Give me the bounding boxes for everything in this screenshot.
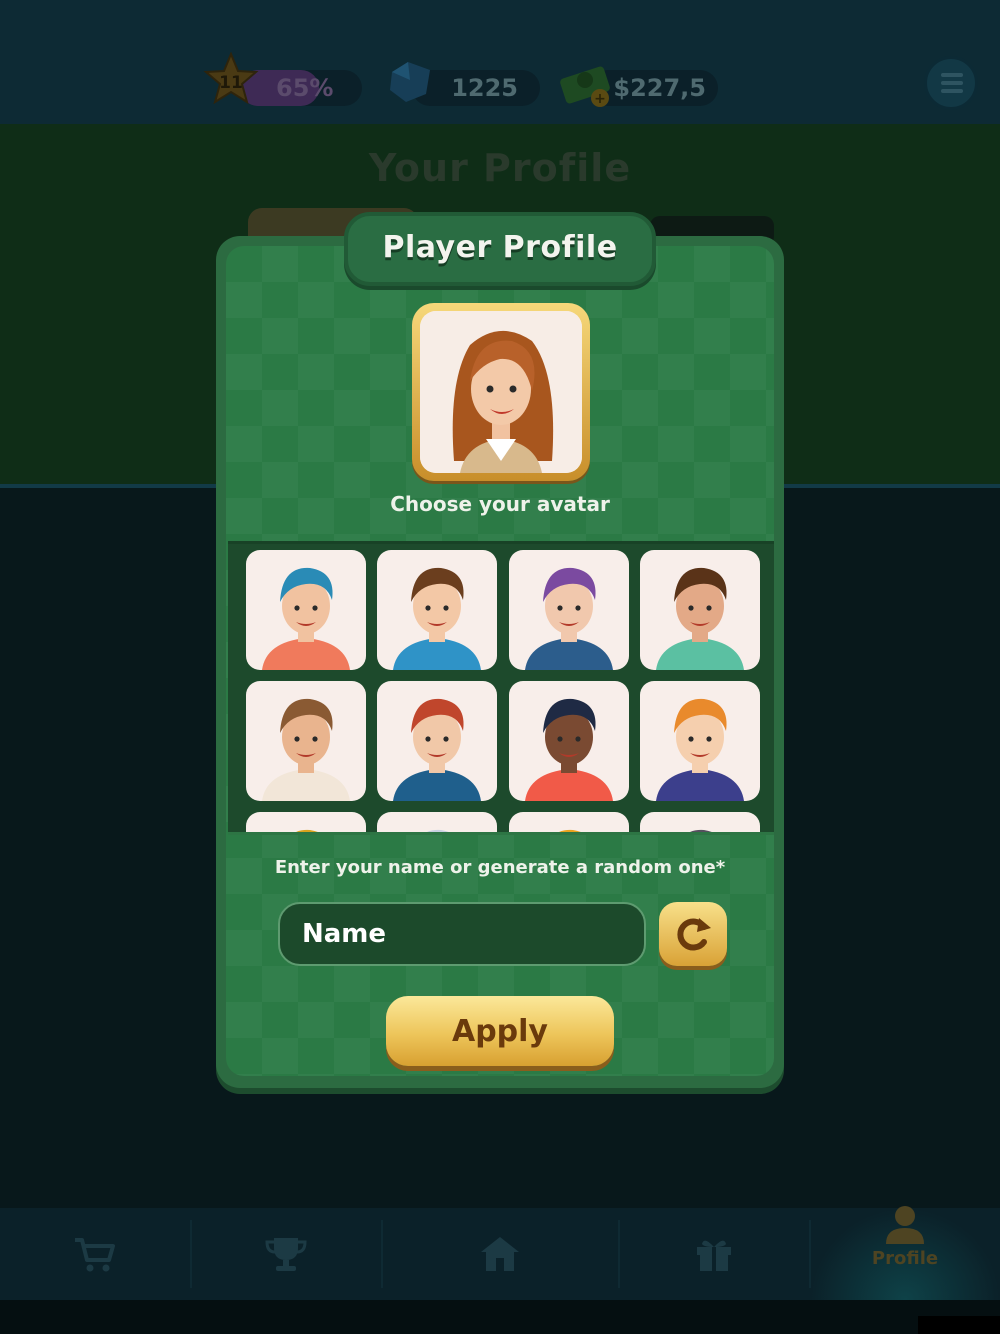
- top-hud: 65% 11 1225 $227,5 +: [0, 0, 1000, 124]
- home-icon: [480, 1237, 519, 1271]
- avatar-portrait-icon: [690, 829, 712, 832]
- cash-icon: +: [560, 66, 610, 107]
- bottom-strip: [0, 1300, 1000, 1334]
- nav-profile-label: Profile: [871, 1248, 939, 1269]
- avatar-option[interactable]: [246, 550, 366, 670]
- avatar-option[interactable]: [509, 812, 629, 832]
- cart-icon: [75, 1238, 115, 1272]
- level-number: 11: [219, 73, 243, 93]
- nav-leaderboard[interactable]: [190, 1208, 381, 1300]
- avatar-option[interactable]: [509, 550, 629, 670]
- menu-icon-line: [941, 81, 963, 85]
- refresh-icon: [677, 918, 711, 951]
- menu-button[interactable]: [924, 56, 978, 110]
- selected-avatar[interactable]: [412, 303, 590, 481]
- woman-avatar-icon: [420, 311, 582, 473]
- random-name-button[interactable]: [659, 902, 727, 966]
- nav-home[interactable]: [381, 1208, 618, 1300]
- avatar-portrait-icon: [525, 698, 613, 801]
- choose-avatar-label: Choose your avatar: [390, 492, 610, 516]
- name-input[interactable]: Name: [278, 902, 646, 966]
- avatar-portrait-icon: [296, 829, 318, 832]
- trophy-icon: [264, 1238, 307, 1271]
- avatar-option[interactable]: [246, 812, 366, 832]
- avatar-option[interactable]: [509, 681, 629, 801]
- avatar-option[interactable]: [246, 681, 366, 801]
- avatar-portrait-icon: [427, 829, 449, 832]
- avatar-option[interactable]: [640, 550, 760, 670]
- avatar-portrait-icon: [393, 698, 481, 801]
- avatar-option[interactable]: [640, 812, 760, 832]
- level-star-icon: 11: [203, 52, 259, 105]
- apply-button[interactable]: Apply: [386, 996, 614, 1066]
- dialog-title: Player Profile: [382, 230, 618, 265]
- avatar-portrait-icon: [262, 698, 350, 801]
- avatar-option[interactable]: [377, 550, 497, 670]
- gift-icon: [696, 1240, 731, 1271]
- avatar-portrait-icon: [656, 567, 744, 670]
- cash-amount: $227,5: [613, 74, 706, 102]
- svg-text:+: +: [594, 91, 606, 107]
- gem-count: 1225: [451, 74, 518, 102]
- nav-gifts[interactable]: [618, 1208, 809, 1300]
- avatar-portrait-icon: [262, 567, 350, 670]
- profile-icon: [886, 1206, 924, 1244]
- avatar-portrait-icon: [656, 698, 744, 801]
- level-progress-label: 65%: [276, 74, 334, 102]
- page-title: Your Profile: [368, 146, 632, 190]
- bottom-corner: [918, 1316, 1000, 1334]
- name-prompt: Enter your name or generate a random one…: [274, 857, 726, 878]
- gem-icon: [390, 62, 430, 102]
- avatar-grid: [228, 541, 774, 835]
- avatar-option[interactable]: [377, 681, 497, 801]
- menu-icon-line: [941, 89, 963, 93]
- selected-avatar-portrait: [420, 311, 582, 473]
- avatar-portrait-icon: [525, 567, 613, 670]
- menu-icon: [941, 73, 963, 77]
- avatar-portrait-icon: [393, 567, 481, 670]
- avatar-option[interactable]: [640, 681, 760, 801]
- avatar-portrait-icon: [559, 829, 581, 832]
- avatar-option[interactable]: [377, 812, 497, 832]
- nav-shop[interactable]: [0, 1208, 190, 1300]
